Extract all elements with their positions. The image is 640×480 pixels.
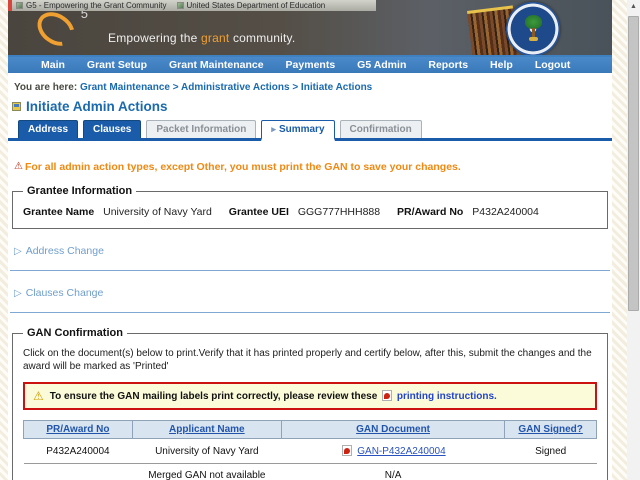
grantee-information-legend: Grantee Information xyxy=(27,185,133,197)
browser-tab-g5[interactable]: G5 - Empowering the Grant Community xyxy=(16,1,167,10)
grantee-uei-value: GGG777HHH888 xyxy=(297,206,381,218)
nav-item-reports[interactable]: Reports xyxy=(417,59,479,71)
pr-award-no-value: P432A240004 xyxy=(472,206,539,218)
pr-award-no-label: PR/Award No xyxy=(397,206,464,218)
g5-favicon-icon xyxy=(16,2,23,9)
window-edge-accent xyxy=(8,0,12,11)
nav-item-grant-maintenance[interactable]: Grant Maintenance xyxy=(158,59,275,71)
vertical-scrollbar[interactable]: ▲ xyxy=(627,0,640,480)
header-applicant-name[interactable]: Applicant Name xyxy=(131,420,282,439)
address-change-expander[interactable]: ▷ Address Change xyxy=(14,245,612,257)
table-row: P432A240004 University of Navy Yard GAN-… xyxy=(23,438,597,464)
page-title: Initiate Admin Actions xyxy=(26,99,168,114)
browser-tab-title: G5 - Empowering the Grant Community xyxy=(26,1,167,10)
nav-item-g5-admin[interactable]: G5 Admin xyxy=(346,59,417,71)
active-tab-icon: ▸ xyxy=(271,124,276,134)
nav-item-payments[interactable]: Payments xyxy=(275,59,347,71)
alert-text: To ensure the GAN mailing labels print c… xyxy=(49,391,378,402)
gan-instructions: Click on the document(s) below to print.… xyxy=(23,348,592,372)
cell-gan-signed: Signed xyxy=(504,438,597,464)
tab-packet-information: Packet Information xyxy=(146,120,257,138)
tagline-pre: Empowering the xyxy=(108,31,202,45)
grantee-information-fieldset: Grantee Information Grantee Name Univers… xyxy=(12,185,608,229)
printing-alert-box: ⚠ To ensure the GAN mailing labels print… xyxy=(23,382,597,410)
header-gan-document[interactable]: GAN Document xyxy=(280,420,506,439)
nav-item-help[interactable]: Help xyxy=(479,59,524,71)
cell-gan-signed xyxy=(504,463,597,480)
chevron-right-icon: ▷ xyxy=(14,245,22,257)
yellow-warning-icon: ⚠ xyxy=(33,389,44,403)
scrollbar-thumb[interactable] xyxy=(628,16,639,311)
gan-table: PR/Award No Applicant Name GAN Document … xyxy=(23,420,597,480)
page-title-icon xyxy=(12,102,21,111)
cell-applicant: University of Navy Yard xyxy=(132,438,282,464)
gan-document-link[interactable]: GAN-P432A240004 xyxy=(357,446,445,457)
gan-confirmation-fieldset: GAN Confirmation Click on the document(s… xyxy=(12,327,608,480)
warning-icon: ⚠ xyxy=(14,161,23,172)
cell-gan-document: GAN-P432A240004 xyxy=(281,438,505,464)
section-divider xyxy=(10,270,610,271)
scrollbar-up-arrow-icon[interactable]: ▲ xyxy=(627,1,640,13)
gan-table-header-row: PR/Award No Applicant Name GAN Document … xyxy=(23,420,597,439)
chevron-right-icon: ▷ xyxy=(14,287,22,299)
nav-item-logout[interactable]: Logout xyxy=(524,59,582,71)
admin-action-warning: ⚠ For all admin action types, except Oth… xyxy=(14,161,612,173)
page-background: G5 - Empowering the Grant Community Unit… xyxy=(0,0,640,480)
grantee-information-row: Grantee Name University of Navy Yard Gra… xyxy=(23,206,597,218)
g5-logo-g-icon xyxy=(31,5,81,53)
tab-summary-label: Summary xyxy=(278,124,325,135)
nav-item-main[interactable]: Main xyxy=(30,59,76,71)
cell-pr-award: P432A240004 xyxy=(23,438,133,464)
breadcrumb: You are here: Grant Maintenance > Admini… xyxy=(14,82,612,93)
section-divider xyxy=(10,312,610,313)
nav-item-grant-setup[interactable]: Grant Setup xyxy=(76,59,158,71)
g5-logo: 5 xyxy=(31,5,88,53)
browser-tab-bar: G5 - Empowering the Grant Community Unit… xyxy=(12,0,376,11)
page-title-row: Initiate Admin Actions xyxy=(12,99,612,114)
tab-clauses[interactable]: Clauses xyxy=(83,120,142,138)
cell-gan-document: N/A xyxy=(281,463,505,480)
tagline-post: community. xyxy=(229,31,296,45)
header-banner: G5 - Empowering the Grant Community Unit… xyxy=(8,0,612,57)
pdf-icon xyxy=(382,390,393,401)
banner-tagline: Empowering the grant community. xyxy=(108,31,295,45)
table-row: Merged GAN not available N/A xyxy=(23,463,597,480)
ed-favicon-icon xyxy=(176,2,184,9)
grantee-name-label: Grantee Name xyxy=(23,206,95,218)
browser-tab-title: United States Department of Education xyxy=(186,1,326,10)
header-gan-signed[interactable]: GAN Signed? xyxy=(504,420,597,439)
warning-text: For all admin action types, except Other… xyxy=(24,161,461,173)
dept-of-education-seal-icon xyxy=(506,2,560,55)
browser-tab-ed[interactable]: United States Department of Education xyxy=(176,1,326,10)
tab-address[interactable]: Address xyxy=(18,120,79,138)
clauses-change-label: Clauses Change xyxy=(25,287,104,299)
printing-alert-text: To ensure the GAN mailing labels print c… xyxy=(50,390,497,402)
clauses-change-expander[interactable]: ▷ Clauses Change xyxy=(14,287,612,299)
address-change-label: Address Change xyxy=(25,245,104,257)
seal-tree-icon xyxy=(525,15,542,29)
gan-confirmation-legend: GAN Confirmation xyxy=(27,327,123,339)
breadcrumb-path[interactable]: Grant Maintenance > Administrative Actio… xyxy=(80,82,372,93)
grantee-name-value: University of Navy Yard xyxy=(103,206,212,218)
printing-instructions-link[interactable]: printing instructions. xyxy=(397,391,497,402)
seal-lamp-icon xyxy=(529,37,538,41)
breadcrumb-prefix: You are here: xyxy=(14,82,78,93)
cell-pr-award xyxy=(23,463,133,480)
grantee-uei-label: Grantee UEI xyxy=(228,206,289,218)
tab-confirmation: Confirmation xyxy=(339,120,422,138)
tab-summary[interactable]: ▸ Summary xyxy=(261,120,335,141)
tab-strip: Address Clauses Packet Information ▸ Sum… xyxy=(8,120,612,141)
cell-applicant: Merged GAN not available xyxy=(132,463,282,480)
main-content: G5 - Empowering the Grant Community Unit… xyxy=(8,0,612,480)
seal-tree-trunk xyxy=(532,28,535,37)
header-pr-award-no[interactable]: PR/Award No xyxy=(23,420,133,439)
main-nav: Main Grant Setup Grant Maintenance Payme… xyxy=(8,57,612,73)
tagline-highlight: grant xyxy=(201,31,230,45)
pdf-icon xyxy=(342,445,353,456)
